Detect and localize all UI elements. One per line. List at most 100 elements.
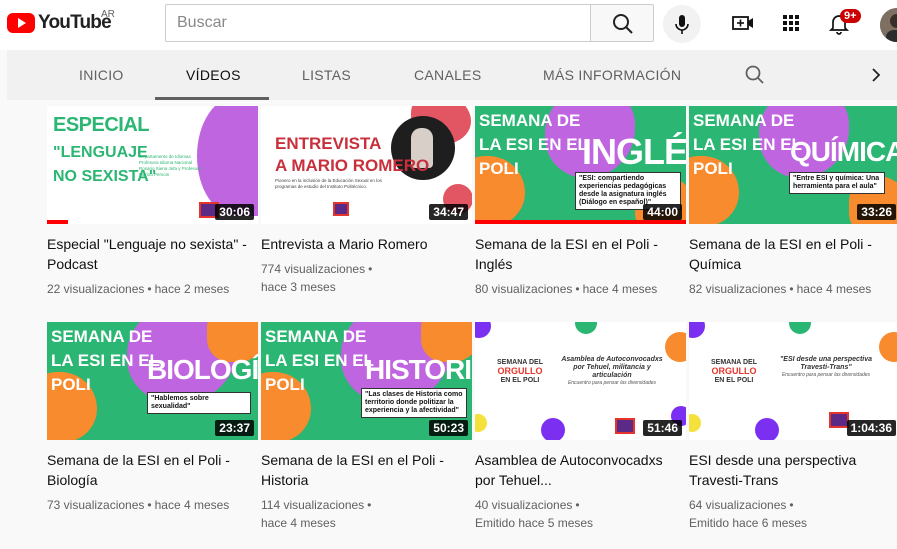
video-card[interactable]: SEMANA DE LA ESI EN EL POLI QUÍMICA "Ent…: [689, 106, 897, 298]
video-title[interactable]: Semana de la ESI en el Poli - Historia: [261, 450, 472, 490]
notification-badge: 9+: [840, 9, 861, 23]
video-thumbnail[interactable]: SEMANA DE LA ESI EN EL POLI BIOLOGÍA "Ha…: [47, 322, 258, 440]
create-video-button[interactable]: [730, 10, 756, 36]
tab-inicio[interactable]: INICIO: [79, 67, 124, 83]
video-duration: 30:06: [215, 204, 254, 220]
view-count: 22 visualizaciones: [47, 282, 145, 296]
tab-listas[interactable]: LISTAS: [302, 67, 351, 83]
orange-blob: [879, 332, 897, 362]
thumb-event-title: SEMANA DEL ORGULLO EN EL POLI: [703, 358, 765, 385]
purple-blob: [541, 418, 565, 440]
video-title[interactable]: Semana de la ESI en el Poli - Química: [689, 234, 897, 274]
thumb-line-1: SEMANA DE: [265, 327, 367, 346]
video-card[interactable]: SEMANA DEL ORGULLO EN EL POLI "ESI desde…: [689, 322, 897, 532]
thumb-line-1: SEMANA DE: [693, 111, 795, 130]
thumb-line-3: POLI: [265, 375, 305, 394]
voice-search-button[interactable]: [663, 5, 701, 43]
video-title[interactable]: Semana de la ESI en el Poli - Biología: [47, 450, 258, 490]
video-thumbnail[interactable]: SEMANA DEL ORGULLO EN EL POLI Asamblea d…: [475, 322, 686, 440]
video-card[interactable]: SEMANA DE LA ESI EN EL POLI BIOLOGÍA "Ha…: [47, 322, 258, 514]
thumb-side-text: Pionero en la inclusión de la Educación …: [275, 178, 382, 189]
tab-canales[interactable]: CANALES: [414, 67, 481, 83]
video-thumbnail[interactable]: SEMANA DE LA ESI EN EL POLI INGLÉS "ESI:…: [475, 106, 686, 224]
view-count: 73 visualizaciones: [47, 498, 145, 512]
video-card[interactable]: ENTREVISTA A MARIO ROMERO Pionero en la …: [261, 106, 472, 296]
purple-blob: [755, 418, 779, 440]
video-card[interactable]: SEMANA DE LA ESI EN EL POLI INGLÉS "ESI:…: [475, 106, 686, 298]
thumb-line-2: ORGULLO: [711, 366, 757, 376]
video-thumbnail[interactable]: SEMANA DEL ORGULLO EN EL POLI "ESI desde…: [689, 322, 897, 440]
apps-button[interactable]: [778, 10, 804, 36]
watched-progress: [475, 220, 686, 224]
video-meta: 114 visualizaciones • hace 4 meses: [261, 498, 372, 530]
channel-search-button[interactable]: [744, 64, 766, 86]
upload-date: hace 2 meses: [154, 282, 230, 296]
thumb-line-3: EN EL POLI: [714, 377, 754, 384]
thumb-line-1: SEMANA DE: [51, 327, 153, 346]
purple-blob: [475, 322, 491, 338]
video-card[interactable]: SEMANA DE LA ESI EN EL POLI HISTORIA "La…: [261, 322, 472, 532]
thumb-line-2: "LENGUAJE: [53, 144, 148, 161]
video-card[interactable]: SEMANA DEL ORGULLO EN EL POLI Asamblea d…: [475, 322, 686, 532]
video-thumbnail[interactable]: ENTREVISTA A MARIO ROMERO Pionero en la …: [261, 106, 472, 224]
thumb-body: Asamblea de Autoconvocadxs por Tehuel, m…: [557, 356, 667, 386]
thumb-event-title: SEMANA DEL ORGULLO EN EL POLI: [489, 358, 551, 385]
avatar-image: [880, 8, 897, 42]
video-title[interactable]: Semana de la ESI en el Poli - Inglés: [475, 234, 686, 274]
thumb-line-1: ENTREVISTA: [275, 134, 382, 153]
video-thumbnail[interactable]: SEMANA DE LA ESI EN EL POLI HISTORIA "La…: [261, 322, 472, 440]
thumb-line-2: A MARIO ROMERO: [275, 156, 430, 175]
yellow-blob: [475, 414, 487, 432]
view-count: 40 visualizaciones: [475, 498, 573, 512]
video-card[interactable]: ESPECIAL "LENGUAJE NO SEXISTA" Departame…: [47, 106, 258, 298]
video-title[interactable]: Asamblea de Autoconvocadxs por Tehuel...: [475, 450, 686, 490]
upload-date: hace 3 meses: [261, 280, 336, 294]
video-thumbnail[interactable]: SEMANA DE LA ESI EN EL POLI QUÍMICA "Ent…: [689, 106, 897, 224]
video-title[interactable]: Entrevista a Mario Romero: [261, 234, 472, 254]
avatar[interactable]: [880, 8, 897, 42]
video-title[interactable]: Especial "Lenguaje no sexista" - Podcast: [47, 234, 258, 274]
tab-videos[interactable]: VÍDEOS: [186, 67, 241, 83]
video-meta: 22 visualizaciones • hace 2 meses: [47, 282, 230, 296]
thumb-subject: QUÍMICA: [790, 136, 897, 167]
view-count: 774 visualizaciones: [261, 262, 366, 276]
thumb-headline: Asamblea de Autoconvocadxs por Tehuel, m…: [561, 356, 663, 379]
thumb-subject: INGLÉS: [582, 131, 686, 172]
upload-date: Emitido hace 5 meses: [475, 516, 594, 530]
video-thumbnail[interactable]: ESPECIAL "LENGUAJE NO SEXISTA" Departame…: [47, 106, 258, 224]
video-meta: 82 visualizaciones • hace 4 meses: [689, 282, 872, 296]
tab-mas-informacion[interactable]: MÁS INFORMACIÓN: [543, 67, 681, 83]
thumb-line-2: LA ESI EN EL: [265, 351, 374, 370]
view-count: 64 visualizaciones: [689, 498, 787, 512]
video-duration: 50:23: [429, 420, 468, 436]
view-count: 114 visualizaciones: [261, 498, 365, 512]
search-input[interactable]: Buscar: [165, 4, 591, 42]
search-button[interactable]: [590, 4, 654, 42]
thumb-subject: BIOLOGÍA: [147, 354, 258, 385]
thumb-line-1: SEMANA DE: [479, 111, 581, 130]
search-icon: [613, 14, 633, 34]
masthead: YouTube AR Buscar 9+: [0, 0, 897, 50]
thumb-line-2: LA ESI EN EL: [479, 135, 588, 154]
thumb-side-text: Departamento de Idiomas Profesora Idioma…: [139, 154, 202, 177]
country-code: AR: [101, 9, 115, 20]
search-icon: [745, 65, 764, 84]
chevron-right-icon: [872, 68, 881, 82]
thumb-subtext: Encuentro para pensar las diversidades: [781, 372, 871, 378]
tabs-scroll-right-button[interactable]: [867, 65, 885, 85]
video-duration: 1:04:36: [846, 420, 896, 436]
youtube-logo[interactable]: YouTube: [7, 12, 112, 34]
apps-grid-icon: [783, 15, 799, 31]
thumb-quote: "Las clases de Historia como territorio …: [361, 388, 467, 418]
thumb-line-2: ORGULLO: [497, 366, 543, 376]
video-title[interactable]: ESI desde una perspectiva Travesti-Trans: [689, 450, 897, 490]
video-meta: 64 visualizaciones • Emitido hace 6 meses: [689, 498, 808, 530]
thumb-subject: HISTORIA: [365, 354, 472, 385]
thumb-line-2: LA ESI EN EL: [51, 351, 160, 370]
video-duration: 33:26: [857, 204, 896, 220]
create-video-icon: [732, 16, 753, 30]
thumb-body: "ESI desde una perspectiva Travesti-Tran…: [771, 356, 881, 378]
thumb-line-2: LA ESI EN EL: [693, 135, 802, 154]
youtube-play-icon: [7, 13, 35, 33]
purple-blob: [689, 322, 705, 338]
